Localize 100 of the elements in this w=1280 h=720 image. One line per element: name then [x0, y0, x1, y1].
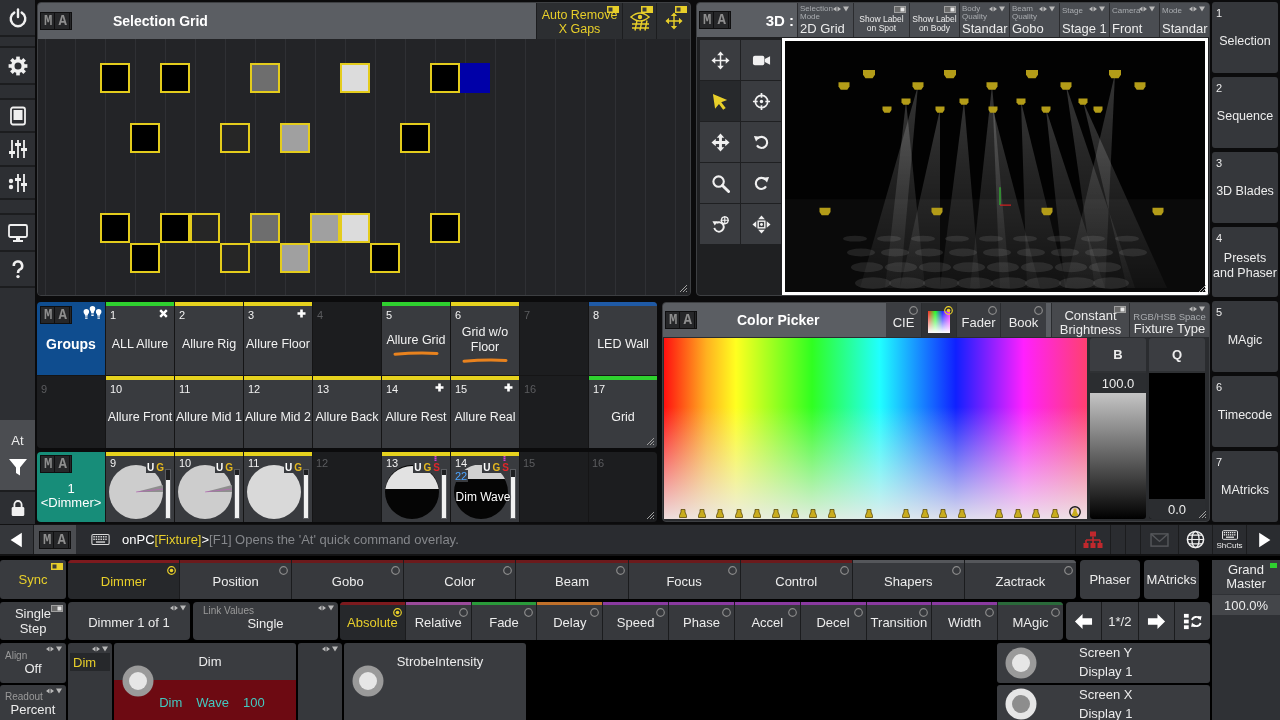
preset-tile[interactable]: 13 U G S: [382, 452, 450, 522]
group-tile[interactable]: 11 Allure Mid 1: [175, 375, 243, 448]
picker-tab[interactable]: Fader: [957, 303, 1000, 337]
encoder-panel[interactable]: Screen Y Display 1: [997, 643, 1210, 683]
option-toggle[interactable]: Show Label on Body: [909, 3, 959, 37]
fixture-tile[interactable]: [160, 213, 190, 243]
feature-tab[interactable]: Beam: [516, 560, 628, 599]
knob-icon[interactable]: [1005, 646, 1037, 679]
view-button[interactable]: 1 Selection: [1212, 2, 1278, 73]
fixture-tile[interactable]: [310, 213, 340, 243]
group-tile[interactable]: 10 Allure Front: [106, 375, 174, 448]
layer-tab[interactable]: Delay: [537, 602, 603, 640]
icon-button[interactable]: [622, 3, 656, 39]
layer-tab[interactable]: Fade: [471, 602, 537, 640]
group-tile[interactable]: 17 Grid: [589, 375, 657, 448]
arrow-button[interactable]: [1138, 602, 1174, 640]
fixture-tile[interactable]: [130, 243, 160, 273]
sync-button[interactable]: Sync: [0, 560, 66, 599]
fixture-tile[interactable]: [340, 63, 370, 93]
view-button[interactable]: 3 3D Blades: [1212, 151, 1278, 223]
toggle-button[interactable]: Auto Remove X Gaps: [536, 3, 622, 39]
command-line-text[interactable]: onPC[Fixture]>[F1] Opens the 'At' quick command overlay.: [122, 532, 1075, 547]
layer-tab[interactable]: MAgic: [998, 602, 1063, 640]
settings-icon[interactable]: [7, 55, 28, 76]
option-select[interactable]: Body Quality Standar: [959, 3, 1009, 37]
layer-tab[interactable]: Relative: [405, 602, 471, 640]
fixture-tile[interactable]: [130, 123, 160, 153]
tool-button[interactable]: [741, 81, 781, 121]
keyboard-button[interactable]: ShCuts: [1212, 525, 1246, 554]
option-select[interactable]: Beam Quality Gobo: [1009, 3, 1059, 37]
option-select[interactable]: Camera Front: [1109, 3, 1159, 37]
knob-icon[interactable]: [1005, 688, 1037, 720]
tool-button[interactable]: [700, 81, 740, 121]
fader-track[interactable]: 100.0: [1090, 373, 1146, 519]
network-icon[interactable]: [1083, 530, 1103, 549]
fixture-tile[interactable]: [220, 123, 250, 153]
tool-button[interactable]: [741, 122, 781, 162]
knob-icon[interactable]: [352, 665, 384, 697]
group-tile[interactable]: 14 Allure Rest: [382, 375, 450, 448]
fixture-tile[interactable]: [430, 63, 460, 93]
fixture-tile[interactable]: [460, 63, 490, 93]
preset-tile[interactable]: 10 U G: [175, 452, 243, 522]
option-select[interactable]: Selection Mode 2D Grid: [797, 3, 853, 37]
picker-tab[interactable]: CIE: [886, 303, 921, 337]
feature-tab[interactable]: Color: [404, 560, 516, 599]
align-select[interactable]: Align Off: [0, 643, 66, 683]
encoder-panel[interactable]: Screen X Display 1: [997, 684, 1210, 720]
group-tile[interactable]: 8 LED Wall: [589, 302, 657, 375]
fixture-tile[interactable]: [190, 213, 220, 243]
option-select[interactable]: Mode Standar: [1159, 3, 1209, 37]
encoder-panel[interactable]: StrobeIntensity: [344, 643, 526, 720]
tool-button[interactable]: [741, 204, 781, 244]
layer-tab[interactable]: Decel: [800, 602, 866, 640]
fixture-tile[interactable]: [250, 63, 280, 93]
group-tile[interactable]: 5 Allure Grid: [382, 302, 450, 375]
monitor-icon[interactable]: [7, 222, 28, 243]
readout-select[interactable]: Readout Percent: [0, 684, 66, 720]
window-icon[interactable]: [7, 105, 28, 126]
picker-tab[interactable]: [922, 303, 956, 337]
globe-icon[interactable]: [1186, 530, 1205, 549]
page-button[interactable]: 1*/2: [1102, 602, 1138, 640]
layer-tab[interactable]: Phase: [669, 602, 734, 640]
fixture-tile[interactable]: [100, 63, 130, 93]
arrow-button[interactable]: [1066, 602, 1102, 640]
option-select[interactable]: RGB/HSB Space Fixture Type: [1129, 303, 1209, 337]
view-button[interactable]: 2 Sequence: [1212, 76, 1278, 148]
feature-tab[interactable]: Focus: [628, 560, 740, 599]
keyboard-icon[interactable]: [91, 534, 110, 545]
feature-tab[interactable]: Dimmer: [68, 560, 180, 599]
fixture-tile[interactable]: [160, 63, 190, 93]
layer-tab[interactable]: Absolute: [340, 602, 405, 640]
preset-tile[interactable]: 9 U G: [106, 452, 174, 522]
tool-button[interactable]: [741, 40, 781, 80]
fixture-tile[interactable]: [340, 213, 370, 243]
tool-button[interactable]: [700, 163, 740, 203]
link-values-select[interactable]: Link Values Single: [193, 602, 338, 640]
arrow-button[interactable]: [0, 525, 34, 554]
group-tile[interactable]: 12 Allure Mid 2: [244, 375, 312, 448]
fixture-tile[interactable]: [430, 213, 460, 243]
preset-tile[interactable]: 11 U G: [244, 452, 312, 522]
option-toggle[interactable]: Constant Brightness: [1051, 303, 1129, 337]
power-icon[interactable]: [7, 7, 28, 28]
tool-button[interactable]: [741, 163, 781, 203]
selection-select[interactable]: Dimmer 1 of 1: [68, 602, 190, 640]
group-tile[interactable]: 1 ALL Allure: [106, 302, 174, 375]
logo-button[interactable]: MA: [34, 525, 76, 554]
preset-tile[interactable]: 14 U G S 22 Dim Wave: [451, 452, 519, 522]
attribute-button[interactable]: Dim: [70, 653, 110, 671]
layer-tab[interactable]: Transition: [866, 602, 932, 640]
group-tile[interactable]: 2 Allure Rig: [175, 302, 243, 375]
layer-tab[interactable]: Speed: [603, 602, 669, 640]
feature-tab[interactable]: Zactrack: [964, 560, 1076, 599]
fixture-tile[interactable]: [400, 123, 430, 153]
group-tile[interactable]: 3 Allure Floor: [244, 302, 312, 375]
fixture-tile[interactable]: [280, 123, 310, 153]
option-select[interactable]: Stage Stage 1: [1059, 3, 1109, 37]
sliders-icon[interactable]: [7, 139, 28, 159]
grand-master-panel[interactable]: Grand Master 100.0%: [1212, 560, 1280, 720]
layer-tab[interactable]: Width: [932, 602, 998, 640]
icon-button[interactable]: [1174, 602, 1210, 640]
